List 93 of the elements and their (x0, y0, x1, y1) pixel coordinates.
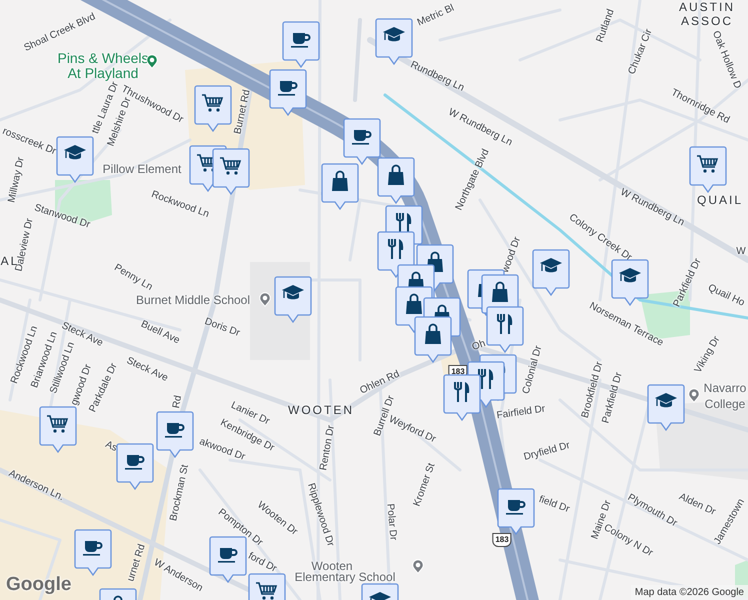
graduation-cap-icon (282, 285, 304, 300)
street-label: Alden Dr (677, 492, 717, 518)
map-marker[interactable] (321, 163, 359, 210)
school-pin-icon[interactable] (259, 292, 271, 307)
street-label: Shoal Creek Blvd (22, 12, 98, 54)
shopping-bag-icon (425, 324, 441, 344)
map-marker[interactable] (443, 374, 481, 421)
street-label: Dryfield Dr (522, 441, 572, 463)
school-label: College (704, 398, 746, 410)
school-pin-icon[interactable] (412, 559, 424, 574)
street-label: Renton Dr (319, 424, 337, 472)
fork-knife-icon (496, 313, 512, 335)
fork-knife-icon (478, 368, 494, 390)
street-label: Rd (172, 394, 184, 410)
shopping-cart-icon (219, 157, 242, 175)
street-label: Chukar Cir (627, 28, 655, 76)
map-marker[interactable] (486, 306, 524, 353)
street-label: Buell Ave (139, 320, 181, 346)
street-label: Parkfield Dr (601, 371, 625, 425)
school-label: Burnet Middle School (136, 294, 250, 306)
graduation-cap-icon (383, 27, 405, 42)
map-marker[interactable] (282, 21, 320, 68)
school-pin-icon[interactable] (688, 388, 700, 403)
street-label: Brockman St (169, 464, 191, 522)
shopping-cart-icon (201, 94, 224, 112)
graduation-cap-icon (369, 592, 391, 600)
coffee-cup-icon (506, 500, 526, 515)
school-label: Pillow Element (102, 163, 182, 175)
street-label: W (736, 247, 746, 257)
fork-knife-icon (454, 381, 470, 403)
street-label: Oh (471, 339, 487, 353)
street-label: wood Dr (500, 236, 524, 274)
street-label: Ohlen Rd (358, 370, 402, 396)
map-marker[interactable] (689, 146, 727, 193)
street-label: Kromer St (412, 462, 438, 508)
street-label: As (104, 440, 118, 454)
area-label: QUAIL (697, 194, 743, 206)
map-marker[interactable] (377, 157, 415, 204)
street-label: Fairfield Dr (496, 404, 546, 422)
map-marker[interactable] (209, 536, 247, 583)
place-label: At Playland (68, 66, 138, 80)
map-marker[interactable] (414, 316, 452, 363)
coffee-cup-icon (83, 541, 102, 556)
street-label: Doris Dr (203, 317, 241, 339)
street-label: urnet Rd (126, 543, 148, 583)
coffee-cup-icon (291, 33, 310, 48)
map-marker[interactable] (343, 118, 381, 165)
area-label: WOOTEN (288, 404, 354, 416)
map-marker[interactable] (156, 411, 194, 458)
graduation-cap-icon (655, 393, 677, 408)
map-marker[interactable] (497, 488, 535, 535)
shopping-cart-icon (46, 415, 68, 433)
area-label: ASSOC (681, 15, 733, 27)
area-label: AUSTIN (679, 1, 735, 13)
street-label: Steck Ave (124, 356, 170, 384)
map-marker[interactable] (532, 249, 570, 296)
street-label: Daleview Dr (14, 218, 36, 272)
street-label: Colonial Dr (522, 344, 544, 396)
shopping-bag-icon (114, 596, 122, 600)
map-logo: Google (6, 574, 72, 596)
graduation-cap-icon (64, 145, 86, 160)
coffee-cup-icon (218, 548, 238, 563)
coffee-cup-icon (278, 81, 298, 96)
location-pin-icon[interactable] (146, 54, 158, 69)
coffee-cup-icon (352, 130, 372, 145)
street-label: ford Dr (246, 551, 278, 575)
shopping-cart-icon (696, 155, 718, 173)
highway-shield: 183 (492, 533, 512, 547)
place-label: Pins & Wheels (57, 51, 149, 65)
shopping-bag-icon (332, 170, 348, 191)
coffee-cup-icon (125, 455, 144, 470)
shopping-bag-icon (388, 164, 404, 185)
graduation-cap-icon (540, 258, 562, 272)
coffee-cup-icon (165, 423, 184, 438)
shopping-bag-icon (406, 294, 422, 314)
school-label: Wooten (311, 560, 353, 572)
street-label: Polar Dr (384, 503, 398, 541)
shopping-cart-icon (255, 582, 278, 600)
map-marker[interactable] (647, 384, 685, 431)
school-label: Elementary School (294, 571, 396, 583)
map-marker[interactable] (56, 136, 94, 183)
street-label: Oak Hollow D (710, 30, 742, 90)
street-label: Metric Bl (416, 4, 456, 28)
map-marker[interactable] (212, 148, 250, 195)
street-label: Burnet Rd (233, 88, 253, 136)
graduation-cap-icon (619, 268, 641, 282)
street-label: field Dr (537, 494, 571, 516)
street-label: Millway Dr (7, 156, 27, 204)
fork-knife-icon (396, 212, 412, 234)
street-label: Quail Ho (706, 283, 746, 309)
shopping-bag-icon (492, 282, 508, 302)
school-label: Navarro (704, 382, 746, 394)
fork-knife-icon (388, 238, 404, 260)
